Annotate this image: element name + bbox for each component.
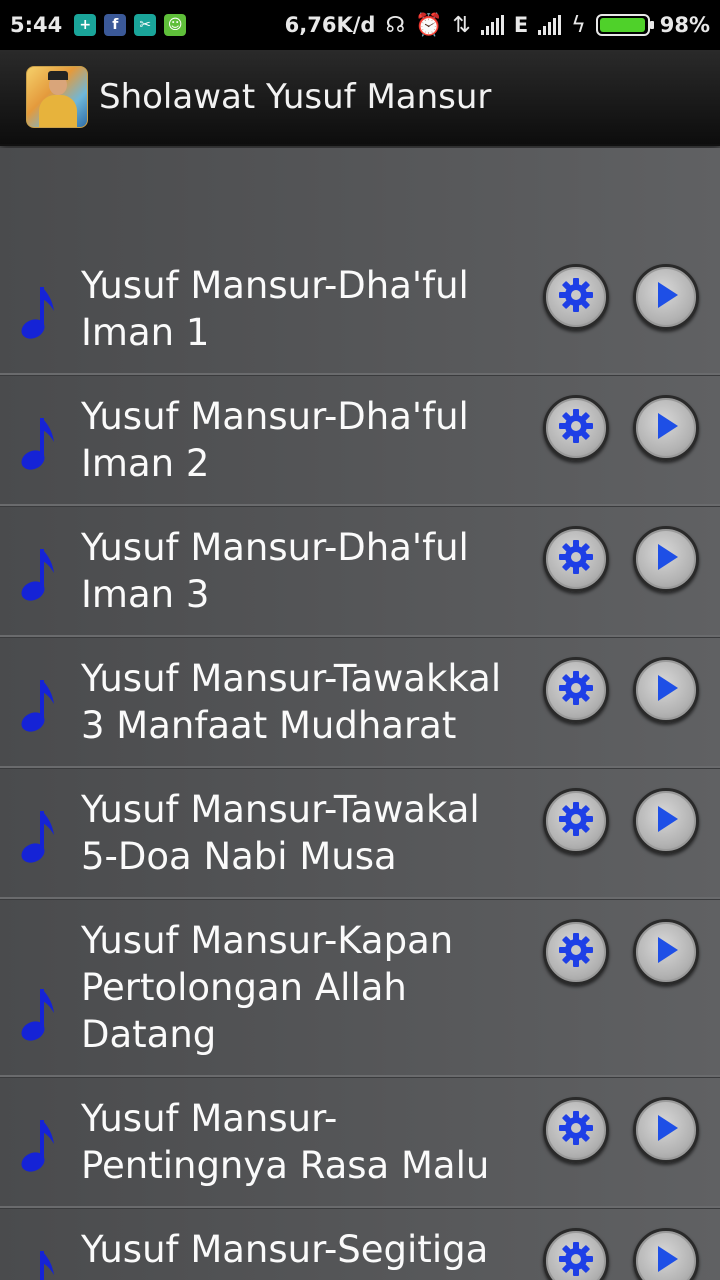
play-button[interactable] [633,788,699,854]
battery-icon [595,14,654,36]
music-note-icon [18,1247,58,1280]
music-note-icon [18,1116,58,1176]
track-row[interactable]: Yusuf Mansur-Dha'ful Iman 1 [0,244,720,375]
track-row[interactable]: Yusuf Mansur-Segitiga [0,1208,720,1280]
gear-icon [556,930,596,974]
signal-icon [480,15,504,35]
play-button[interactable] [633,1097,699,1163]
track-row[interactable]: Yusuf Mansur-Pentingnya Rasa Malu [0,1077,720,1208]
gear-icon [556,668,596,712]
play-button[interactable] [633,657,699,723]
network-speed: 6,76K/d [284,13,376,37]
clock: 5:44 [10,13,63,37]
play-button[interactable] [633,264,699,330]
settings-button[interactable] [543,788,609,854]
settings-button[interactable] [543,526,609,592]
charging-icon: ϟ [571,12,586,38]
status-bar: 5:44 + f ✂ ☺ 6,76K/d ☊ ⏰ ⇅ E ϟ 98% [0,0,720,50]
track-title: Yusuf Mansur-Dha'ful Iman 2 [81,395,469,485]
play-icon [646,1108,686,1152]
android-icon: ☺ [164,14,187,36]
facebook-icon: f [104,14,127,36]
track-title: Yusuf Mansur-Tawakkal 3 Manfaat Mudharat [81,657,502,747]
battery-percent: 98% [659,13,710,37]
track-row[interactable]: Yusuf Mansur-Dha'ful Iman 3 [0,506,720,637]
play-button[interactable] [633,1228,699,1280]
signal-icon-2 [538,15,562,35]
alarm-icon: ⏰ [415,12,443,38]
play-button[interactable] [633,919,699,985]
track-list[interactable]: Yusuf Mansur-Dha'ful Iman 1 Yusuf Mansur… [0,148,720,1280]
music-note-icon [18,283,58,343]
app-title: Sholawat Yusuf Mansur [99,77,492,117]
track-title: Yusuf Mansur-Dha'ful Iman 3 [81,526,469,616]
data-transfer-icon: ⇅ [452,12,471,38]
play-icon [646,930,686,974]
settings-button[interactable] [543,657,609,723]
play-icon [646,668,686,712]
music-note-icon [18,676,58,736]
gear-icon [556,537,596,581]
gear-icon [556,275,596,319]
track-title: Yusuf Mansur-Dha'ful Iman 1 [81,264,469,354]
settings-button[interactable] [543,264,609,330]
gear-icon [556,1239,596,1280]
track-row[interactable]: Yusuf Mansur-Tawakkal 3 Manfaat Mudharat [0,637,720,768]
gear-icon [556,1108,596,1152]
music-note-icon [18,414,58,474]
play-icon [646,799,686,843]
play-icon [646,275,686,319]
track-title: Yusuf Mansur-Tawakal 5-Doa Nabi Musa [81,788,480,878]
track-row[interactable]: Yusuf Mansur-Kapan Pertolongan Allah Dat… [0,899,720,1077]
play-icon [646,406,686,450]
music-note-icon [18,807,58,867]
settings-button[interactable] [543,1097,609,1163]
action-bar: Sholawat Yusuf Mansur [0,50,720,146]
settings-button[interactable] [543,1228,609,1280]
track-title: Yusuf Mansur-Kapan Pertolongan Allah Dat… [81,919,454,1056]
gear-icon [556,406,596,450]
network-type: E [513,13,529,37]
music-note-icon [18,545,58,605]
play-icon [646,1239,686,1280]
security-icon: + [74,14,97,36]
track-row[interactable]: Yusuf Mansur-Dha'ful Iman 2 [0,375,720,506]
track-row[interactable]: Yusuf Mansur-Tawakal 5-Doa Nabi Musa [0,768,720,899]
headset-icon: ☊ [385,12,406,38]
settings-button[interactable] [543,395,609,461]
track-title: Yusuf Mansur-Segitiga [81,1228,489,1271]
track-title: Yusuf Mansur-Pentingnya Rasa Malu [81,1097,490,1187]
settings-button[interactable] [543,919,609,985]
gear-icon [556,799,596,843]
play-icon [646,537,686,581]
app-icon: ✂ [134,14,157,36]
play-button[interactable] [633,526,699,592]
play-button[interactable] [633,395,699,461]
music-note-icon [18,985,58,1045]
app-logo[interactable] [26,66,88,128]
